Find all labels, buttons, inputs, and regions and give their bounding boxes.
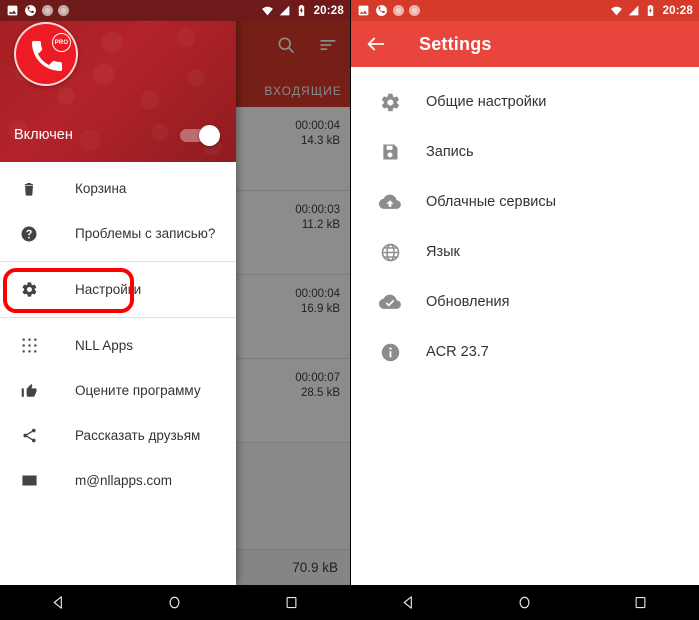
screenshot-root: ВХОДЯЩИЕ 00:00:04 14.3 kB 00:00:03 11.2 … bbox=[0, 0, 699, 620]
settings-item-label: Общие настройки bbox=[426, 94, 547, 110]
triangle-back-icon bbox=[403, 596, 412, 609]
pro-badge: PRO bbox=[52, 33, 71, 52]
back-button[interactable] bbox=[37, 585, 79, 620]
mail-icon bbox=[18, 470, 40, 492]
square-recents-icon bbox=[286, 596, 297, 609]
circle-record-icon bbox=[42, 5, 53, 16]
settings-item-label: ACR 23.7 bbox=[426, 344, 489, 360]
drawer-divider bbox=[0, 261, 236, 262]
drawer-item-settings[interactable]: Настройки bbox=[0, 267, 236, 312]
drawer-item-nll-apps[interactable]: NLL Apps bbox=[0, 323, 236, 368]
wifi-icon bbox=[261, 4, 274, 17]
circle-home-icon bbox=[519, 596, 530, 609]
settings-toolbar: Settings bbox=[351, 21, 699, 67]
trash-icon bbox=[18, 178, 40, 200]
drawer-item-label: Проблемы с записью? bbox=[75, 226, 216, 241]
settings-item-label: Язык bbox=[426, 244, 460, 260]
drawer-item-label: NLL Apps bbox=[75, 338, 134, 353]
drawer-item-label: m@nllapps.com bbox=[75, 473, 172, 488]
circle-record-icon bbox=[58, 5, 69, 16]
drawer-item-share[interactable]: Рассказать друзьям bbox=[0, 413, 236, 458]
left-navigation-bar bbox=[0, 585, 350, 620]
gear-icon bbox=[378, 90, 402, 114]
signal-icon bbox=[278, 4, 291, 17]
save-floppy-icon bbox=[378, 140, 402, 164]
home-button[interactable] bbox=[154, 585, 196, 620]
battery-charging-icon bbox=[295, 4, 308, 17]
triangle-back-icon bbox=[53, 596, 62, 609]
settings-item-cloud-services[interactable]: Облачные сервисы bbox=[351, 177, 699, 227]
left-phone-screen: ВХОДЯЩИЕ 00:00:04 14.3 kB 00:00:03 11.2 … bbox=[0, 0, 350, 620]
cloud-done-icon bbox=[378, 290, 402, 314]
drawer-item-label: Корзина bbox=[75, 181, 127, 196]
status-right-icons: 20:28 bbox=[610, 4, 693, 17]
apps-grid-icon bbox=[18, 335, 40, 357]
status-left-icons bbox=[357, 4, 420, 17]
settings-list: Общие настройки Запись Облачные сервисы bbox=[351, 67, 699, 585]
info-icon bbox=[378, 340, 402, 364]
circle-home-icon bbox=[169, 596, 180, 609]
wifi-icon bbox=[610, 4, 623, 17]
square-recents-icon bbox=[635, 596, 646, 609]
circle-record-icon bbox=[393, 5, 404, 16]
phone-call-icon bbox=[24, 4, 37, 17]
settings-item-label: Запись bbox=[426, 144, 474, 160]
drawer-header: PRO Включен bbox=[0, 0, 236, 162]
app-logo: PRO bbox=[14, 22, 78, 86]
recents-button[interactable] bbox=[620, 585, 662, 620]
drawer-enabled-row[interactable]: Включен bbox=[0, 118, 236, 152]
settings-item-general[interactable]: Общие настройки bbox=[351, 77, 699, 127]
circle-record-icon bbox=[409, 5, 420, 16]
share-icon bbox=[18, 425, 40, 447]
status-time: 20:28 bbox=[313, 4, 344, 17]
battery-charging-icon bbox=[644, 4, 657, 17]
settings-item-updates[interactable]: Обновления bbox=[351, 277, 699, 327]
thumbs-up-icon bbox=[18, 380, 40, 402]
cloud-upload-icon bbox=[378, 190, 402, 214]
phone-call-icon bbox=[375, 4, 388, 17]
back-button[interactable] bbox=[387, 585, 429, 620]
settings-item-about[interactable]: ACR 23.7 bbox=[351, 327, 699, 377]
settings-item-language[interactable]: Язык bbox=[351, 227, 699, 277]
drawer-item-rate-app[interactable]: Оцените программу bbox=[0, 368, 236, 413]
help-circle-icon bbox=[18, 223, 40, 245]
signal-icon bbox=[627, 4, 640, 17]
right-status-bar: 20:28 bbox=[351, 0, 699, 21]
drawer-item-label: Рассказать друзьям bbox=[75, 428, 201, 443]
settings-item-label: Обновления bbox=[426, 294, 510, 310]
status-time: 20:28 bbox=[662, 4, 693, 17]
status-right-icons: 20:28 bbox=[261, 4, 344, 17]
right-navigation-bar bbox=[350, 585, 699, 620]
settings-item-recording[interactable]: Запись bbox=[351, 127, 699, 177]
drawer-item-email[interactable]: m@nllapps.com bbox=[0, 458, 236, 503]
image-icon bbox=[6, 4, 19, 17]
status-left-icons bbox=[6, 4, 69, 17]
navigation-drawer: PRO Включен Корзина Проблемы с записью? … bbox=[0, 0, 236, 585]
left-status-bar: 20:28 bbox=[0, 0, 350, 21]
globe-icon bbox=[378, 240, 402, 264]
page-title: Settings bbox=[419, 33, 492, 54]
drawer-divider bbox=[0, 317, 236, 318]
settings-item-label: Облачные сервисы bbox=[426, 194, 557, 210]
recording-toggle-switch[interactable] bbox=[180, 125, 220, 146]
image-icon bbox=[357, 4, 370, 17]
drawer-item-trash[interactable]: Корзина bbox=[0, 166, 236, 211]
arrow-back-icon[interactable] bbox=[365, 33, 387, 55]
switch-thumb[interactable] bbox=[199, 125, 220, 146]
enabled-label: Включен bbox=[14, 127, 73, 143]
gear-icon bbox=[18, 279, 40, 301]
right-phone-screen: 20:28 Settings Общие настройки Запись Об… bbox=[350, 0, 699, 620]
drawer-item-label: Оцените программу bbox=[75, 383, 201, 398]
drawer-item-label: Настройки bbox=[75, 282, 142, 297]
recents-button[interactable] bbox=[271, 585, 313, 620]
drawer-menu-list: Корзина Проблемы с записью? Настройки NL… bbox=[0, 162, 236, 585]
drawer-item-recording-problems[interactable]: Проблемы с записью? bbox=[0, 211, 236, 256]
home-button[interactable] bbox=[503, 585, 545, 620]
